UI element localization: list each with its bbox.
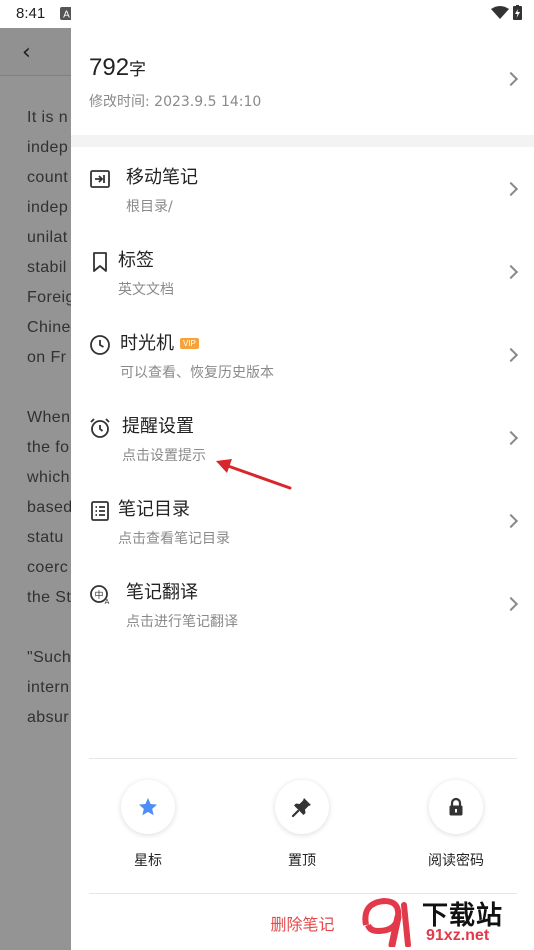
wifi-icon (490, 6, 509, 19)
alarm-clock-icon (90, 418, 110, 438)
chevron-right-icon (503, 264, 519, 280)
pin-icon (291, 798, 311, 818)
chevron-right-icon (503, 596, 519, 612)
list-outline-icon (91, 501, 109, 521)
battery-icon (513, 5, 522, 20)
menu-title: 移动笔记 (126, 167, 198, 188)
menu-subtitle: 英文文档 (118, 282, 174, 298)
svg-text:A: A (105, 599, 110, 605)
menu-subtitle: 根目录/ (126, 199, 173, 215)
svg-text:中: 中 (94, 589, 103, 601)
status-icons (490, 5, 522, 24)
menu-item-note-outline[interactable]: 笔记目录 点击查看笔记目录 (71, 479, 534, 562)
menu-title: 标签 (118, 250, 154, 271)
star-button-circle[interactable] (121, 780, 175, 834)
clock-icon (90, 335, 110, 355)
chevron-right-icon (503, 430, 519, 446)
menu-item-reminder[interactable]: 提醒设置 点击设置提示 (71, 396, 534, 479)
menu-subtitle: 点击进行笔记翻译 (126, 614, 238, 630)
modified-value: 2023.9.5 14:10 (154, 94, 262, 110)
pin-top-button[interactable]: 置顶 (242, 780, 362, 870)
chevron-right-icon (503, 71, 519, 87)
menu-title: 提醒设置 (122, 416, 194, 437)
menu-item-tags[interactable]: 标签 英文文档 (71, 230, 534, 313)
lock-icon (449, 797, 463, 816)
pin-button-circle[interactable] (275, 780, 329, 834)
annotation-arrow-icon (216, 459, 292, 490)
word-count-row[interactable]: 792字 修改时间: 2023.9.5 14:10 (71, 40, 534, 135)
svg-text:A: A (63, 10, 70, 21)
menu-title: 笔记翻译 (126, 582, 198, 603)
pin-label: 置顶 (288, 853, 316, 869)
chevron-right-icon (503, 347, 519, 363)
menu-item-time-machine[interactable]: 时光机 VIP 可以查看、恢复历史版本 (71, 313, 534, 396)
menu-item-move-note[interactable]: 移动笔记 根目录/ (71, 147, 534, 230)
word-count-unit: 字 (129, 60, 147, 80)
star-label: 星标 (134, 853, 162, 869)
modified-label: 修改时间: (89, 94, 150, 110)
menu-title: 笔记目录 (118, 499, 190, 520)
menu-subtitle: 点击设置提示 (122, 448, 206, 464)
chevron-right-icon (503, 181, 519, 197)
read-password-button[interactable]: 阅读密码 (396, 780, 516, 870)
star-icon (139, 798, 157, 816)
menu-item-translate[interactable]: 中A 笔记翻译 点击进行笔记翻译 (71, 562, 534, 645)
watermark: 下载站 91xz.net (360, 893, 534, 950)
chevron-right-icon (503, 513, 519, 529)
menu-title: 时光机 VIP (120, 329, 199, 355)
lock-label: 阅读密码 (428, 853, 484, 869)
lock-button-circle[interactable] (429, 780, 483, 834)
move-note-icon (90, 170, 110, 188)
modified-time: 修改时间: 2023.9.5 14:10 (89, 91, 261, 111)
menu-subtitle: 点击查看笔记目录 (118, 531, 230, 547)
divider (89, 758, 517, 759)
translate-icon: 中A (90, 585, 110, 605)
vip-badge: VIP (180, 338, 199, 349)
status-time: 8:41 (16, 5, 46, 22)
watermark-logo-icon (362, 897, 411, 947)
bookmark-tag-icon (93, 252, 107, 272)
star-button[interactable]: 星标 (88, 780, 208, 870)
menu-subtitle: 可以查看、恢复历史版本 (120, 365, 274, 381)
note-info-drawer: 792字 修改时间: 2023.9.5 14:10 移动笔记 根目录/ 标签 英… (71, 0, 534, 950)
section-divider (71, 135, 534, 147)
watermark-url: 91xz.net (426, 927, 490, 944)
word-count: 792字 (89, 54, 147, 81)
